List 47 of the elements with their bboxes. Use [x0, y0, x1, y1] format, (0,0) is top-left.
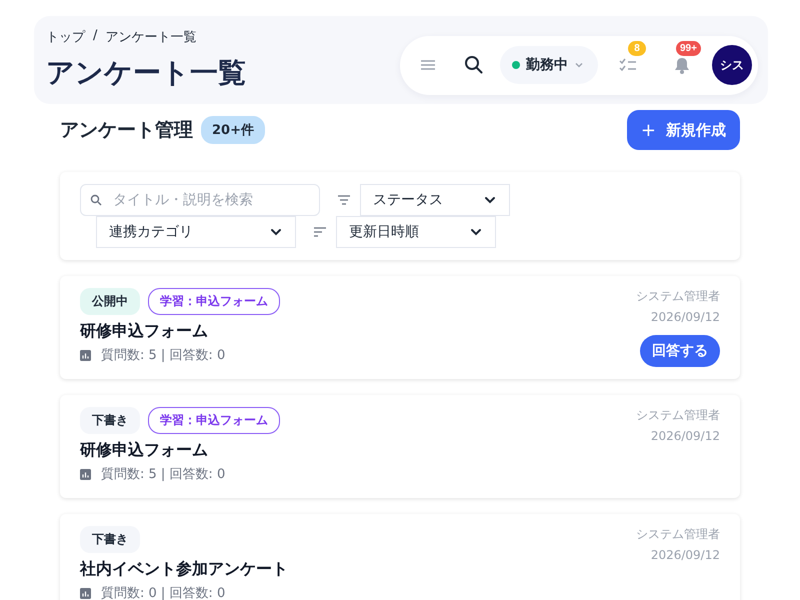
section-title: アンケート管理 — [60, 118, 193, 143]
bar-chart-icon — [80, 588, 91, 598]
bar-chart-icon — [80, 468, 91, 480]
updated-date: 2026/09/12 — [650, 429, 720, 443]
survey-card[interactable]: 下書き 学習：申込フォーム 研修申込フォーム 質問数: 5 | 回答数: 0 システム管理者 2026/09/12 — [60, 395, 740, 498]
survey-stats: 質問数: 0 | 回答数: 0 — [101, 585, 226, 600]
breadcrumb-link[interactable]: アンケート一覧 — [105, 28, 196, 46]
search-field[interactable]: タイトル・説明を検索 — [80, 184, 320, 216]
survey-card[interactable]: 公開中 学習：申込フォーム 研修申込フォーム 質問数: 5 | 回答数: 0 システム管理者 2026/09/12 回答する — [60, 276, 740, 379]
updated-date: 2026/09/12 — [650, 548, 720, 562]
author-name: システム管理者 — [636, 407, 720, 424]
author-name: システム管理者 — [636, 526, 720, 543]
dropdown[interactable]: 連携カテゴリ — [96, 216, 296, 248]
dropdown[interactable]: ステータス — [360, 184, 510, 216]
bar-chart-icon — [80, 350, 91, 360]
author-name: システム管理者 — [636, 288, 720, 305]
answer-button[interactable]: 回答する — [640, 335, 720, 367]
breadcrumb-separator: / — [93, 28, 98, 45]
status-badge: 公開中 — [80, 288, 140, 315]
page-title: アンケート一覧 — [46, 55, 246, 91]
dropdown[interactable]: 更新日時順 — [336, 216, 496, 248]
plus-icon: + — [640, 120, 656, 140]
sort-icon — [313, 227, 327, 237]
survey-stats: 質問数: 5 | 回答数: 0 — [101, 466, 226, 483]
updated-date: 2026/09/12 — [650, 310, 720, 324]
count-badge: 20+件 — [201, 116, 265, 144]
bell-icon — [674, 56, 690, 74]
survey-title: 研修申込フォーム — [80, 321, 209, 342]
search-icon — [464, 55, 484, 75]
count-badge: 99+ — [676, 41, 701, 56]
new-button[interactable]: + 新規作成 — [626, 110, 740, 150]
status-badge: 下書き — [80, 526, 140, 553]
survey-stats: 質問数: 5 | 回答数: 0 — [101, 347, 226, 364]
count-badge: 8 — [628, 41, 646, 56]
avatar-button[interactable]: シス — [712, 45, 752, 85]
checklist-icon — [619, 57, 637, 73]
breadcrumb-link[interactable]: トップ — [46, 28, 85, 46]
caret-icon — [574, 60, 584, 70]
survey-card[interactable]: 下書き 社内イベント参加アンケート 質問数: 0 | 回答数: 0 システム管理者 2026/09/12 — [60, 514, 740, 600]
status-badge: 下書き — [80, 407, 140, 434]
survey-title: 研修申込フォーム — [80, 440, 209, 461]
category-tag: 学習：申込フォーム — [148, 407, 280, 434]
work-status-button[interactable]: 勤務中 — [500, 46, 598, 84]
menu-icon — [420, 59, 436, 71]
survey-title: 社内イベント参加アンケート — [80, 559, 288, 580]
filter-icon — [337, 195, 351, 205]
category-tag: 学習：申込フォーム — [148, 288, 280, 315]
